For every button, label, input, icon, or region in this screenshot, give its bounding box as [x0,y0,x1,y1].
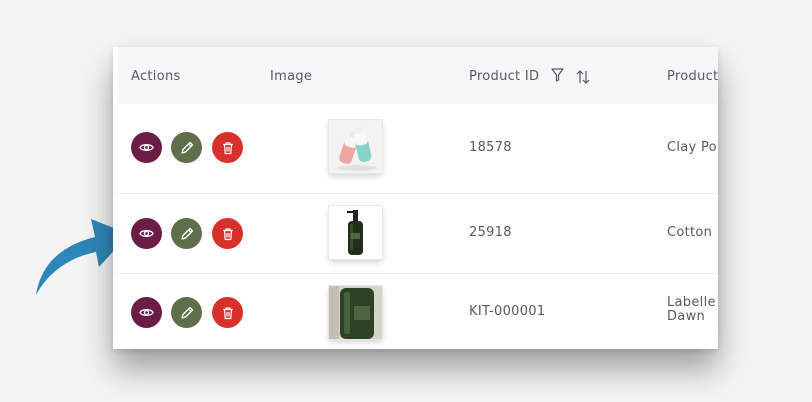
pencil-icon [180,141,193,154]
eye-icon [139,144,154,151]
soap-pump-bottle-thumbnail [329,206,382,259]
column-header-product-id[interactable]: Product ID [469,69,539,84]
delete-button[interactable] [212,297,243,328]
table-row: 18578 Clay Po [113,104,718,194]
product-id-cell: KIT-000001 [469,304,546,319]
table-header: Actions Image Product ID Product [118,47,718,104]
green-bottle-thumbnail [329,286,382,339]
product-id-cell: 18578 [469,140,512,155]
delete-button[interactable] [212,132,243,163]
sort-icon[interactable] [576,70,590,84]
edit-button[interactable] [171,297,202,328]
cosmetic-bottles-thumbnail [329,120,382,173]
pencil-icon [180,306,193,319]
view-button[interactable] [131,132,162,163]
product-name-cell: Cotton [667,225,713,240]
view-button[interactable] [131,297,162,328]
eye-icon [139,309,154,316]
trash-icon [222,306,233,319]
products-table-card: Actions Image Product ID Product 18578 C… [113,47,718,349]
trash-icon [222,227,233,240]
view-button[interactable] [131,218,162,249]
product-name-cell: Labelle Dawn [667,295,716,324]
product-name-cell: Clay Po [667,140,717,155]
product-image[interactable] [329,206,382,259]
product-image[interactable] [329,286,382,339]
filter-icon[interactable] [551,68,564,82]
table-row: 25918 Cotton [113,193,718,274]
trash-icon [222,141,233,154]
edit-button[interactable] [171,132,202,163]
column-header-product[interactable]: Product [667,69,718,84]
delete-button[interactable] [212,218,243,249]
product-id-cell: 25918 [469,225,512,240]
column-header-image: Image [270,69,313,84]
pencil-icon [180,227,193,240]
table-row: KIT-000001 Labelle Dawn [113,273,718,349]
column-header-actions: Actions [131,69,181,84]
product-image[interactable] [329,120,382,173]
eye-icon [139,230,154,237]
edit-button[interactable] [171,218,202,249]
